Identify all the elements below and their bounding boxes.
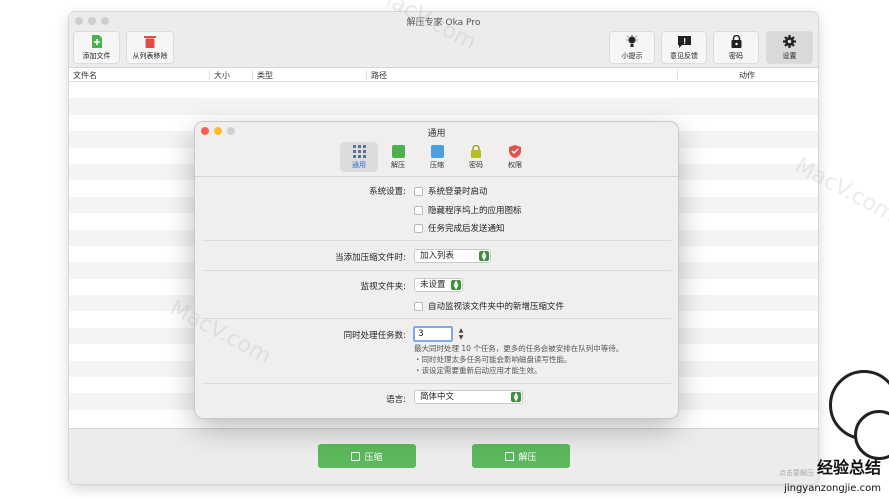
chevron-updown-icon: ▲ ▼ [511, 392, 521, 403]
concurrent-tasks-input[interactable]: 3 [413, 326, 453, 342]
remove-from-list-button[interactable]: 从列表移除 [126, 31, 174, 64]
password-button[interactable]: 密码 [713, 31, 759, 64]
add-file-button[interactable]: 添加文件 [73, 31, 120, 64]
auto-watch-option[interactable]: 自动监视该文件夹中的新增压缩文件 [414, 300, 564, 312]
site-logo: 经验总结 [816, 458, 881, 477]
col-path[interactable]: 路径 [371, 70, 387, 81]
tab-extract[interactable]: 解压 [379, 142, 417, 172]
compress-label: 压缩 [364, 452, 383, 463]
launch-at-login-option[interactable]: 系统登录时启动 [414, 185, 488, 197]
tab-label: 压缩 [430, 160, 444, 169]
chevron-updown-icon: ▲ ▼ [451, 280, 461, 291]
on-add-archive-value: 加入列表 [420, 251, 455, 261]
notify-on-complete-label: 任务完成后发送通知 [428, 224, 505, 234]
launch-at-login-checkbox[interactable] [414, 186, 423, 196]
concurrent-desc-1: 最大同时处理 10 个任务，更多的任务会被安排在队列中等待。 [414, 344, 624, 353]
hide-dock-icon-label: 隐藏程序坞上的应用图标 [428, 206, 522, 216]
language-select[interactable]: 简体中文 ▲ ▼ [414, 390, 523, 404]
settings-tabs: 通用 解压 压缩 密码 权限 [340, 142, 534, 172]
shield-icon [508, 144, 522, 158]
trash-icon [143, 35, 157, 49]
gear-icon [783, 35, 797, 49]
settings-dialog: 通用 通用 解压 压缩 密码 权限 系统设置: 系统登录时启动 隐藏程序坞上的应… [195, 122, 678, 418]
notify-on-complete-checkbox[interactable] [414, 223, 423, 233]
concurrent-tasks-label: 同时处理任务数: [343, 331, 406, 341]
system-settings-label: 系统设置: [369, 187, 406, 197]
compress-button[interactable]: 压缩 [318, 444, 416, 468]
hide-dock-icon-option[interactable]: 隐藏程序坞上的应用图标 [414, 204, 522, 216]
on-add-archive-label: 当添加压缩文件时: [335, 253, 406, 263]
section-divider [202, 318, 671, 319]
feedback-button[interactable]: 意见反馈 [661, 31, 707, 64]
feedback-label: 意见反馈 [670, 51, 698, 60]
extract-icon [505, 451, 515, 461]
password-label: 密码 [729, 51, 743, 60]
notify-on-complete-option[interactable]: 任务完成后发送通知 [414, 222, 505, 234]
tab-label: 通用 [352, 160, 366, 169]
grid-icon [352, 144, 366, 158]
tab-permissions[interactable]: 权限 [496, 142, 534, 172]
settings-button[interactable]: 设置 [766, 31, 813, 64]
tabs-divider [195, 176, 678, 177]
table-row [69, 82, 818, 98]
launch-at-login-label: 系统登录时启动 [428, 187, 488, 197]
watch-folder-value: 未设置 [420, 280, 446, 290]
tab-label: 解压 [391, 160, 405, 169]
lightbulb-icon [625, 35, 639, 49]
tips-label: 小提示 [621, 51, 643, 60]
add-file-icon [90, 35, 104, 49]
col-type[interactable]: 类型 [257, 70, 273, 81]
lock-icon [470, 144, 483, 158]
col-size[interactable]: 大小 [214, 70, 230, 81]
watch-folder-label: 监视文件夹: [360, 282, 406, 292]
drop-hint: 点击要解压 [779, 469, 814, 477]
tab-compress[interactable]: 压缩 [418, 142, 456, 172]
bottom-action-bar: 压缩 解压 点击要解压 [69, 428, 818, 484]
compress-icon [351, 451, 361, 461]
extract-label: 解压 [518, 452, 537, 463]
tab-general[interactable]: 通用 [340, 142, 378, 172]
tab-label: 密码 [469, 160, 483, 169]
extract-button[interactable]: 解压 [472, 444, 570, 468]
section-divider [202, 240, 671, 241]
lock-icon [729, 35, 743, 49]
concurrent-desc-2: ・同时处理太多任务可能会影响磁盘读写性能。 [414, 355, 572, 364]
feedback-icon [677, 35, 691, 49]
auto-watch-label: 自动监视该文件夹中的新增压缩文件 [428, 302, 565, 312]
dialog-titlebar: 通用 [195, 122, 678, 140]
chevron-updown-icon: ▲ ▼ [479, 251, 489, 262]
extract-icon [391, 144, 405, 158]
section-divider [202, 270, 671, 271]
section-divider [202, 383, 671, 384]
table-row [69, 98, 818, 115]
language-label: 语言: [386, 395, 406, 405]
file-list-header: 文件名 大小 类型 路径 动作 [69, 68, 818, 82]
concurrent-tasks-stepper[interactable]: ▲ ▼ [457, 327, 465, 341]
on-add-archive-select[interactable]: 加入列表 ▲ ▼ [414, 249, 491, 263]
settings-label: 设置 [782, 51, 797, 60]
compress-icon [430, 144, 444, 158]
tab-password[interactable]: 密码 [457, 142, 495, 172]
add-file-label: 添加文件 [82, 51, 111, 60]
tab-label: 权限 [508, 160, 522, 169]
col-name[interactable]: 文件名 [73, 70, 97, 81]
remove-label: 从列表移除 [132, 51, 168, 60]
dialog-title: 通用 [427, 129, 446, 139]
watch-folder-select[interactable]: 未设置 ▲ ▼ [414, 278, 463, 292]
language-value: 简体中文 [420, 392, 455, 402]
auto-watch-checkbox[interactable] [414, 301, 423, 311]
concurrent-desc-3: ・该设定需要重新启动应用才能生效。 [414, 366, 542, 375]
hide-dock-icon-checkbox[interactable] [414, 205, 423, 215]
tips-button[interactable]: 小提示 [609, 31, 655, 64]
site-url: jingyanzongjie.com [784, 483, 881, 494]
col-action[interactable]: 动作 [739, 70, 755, 81]
